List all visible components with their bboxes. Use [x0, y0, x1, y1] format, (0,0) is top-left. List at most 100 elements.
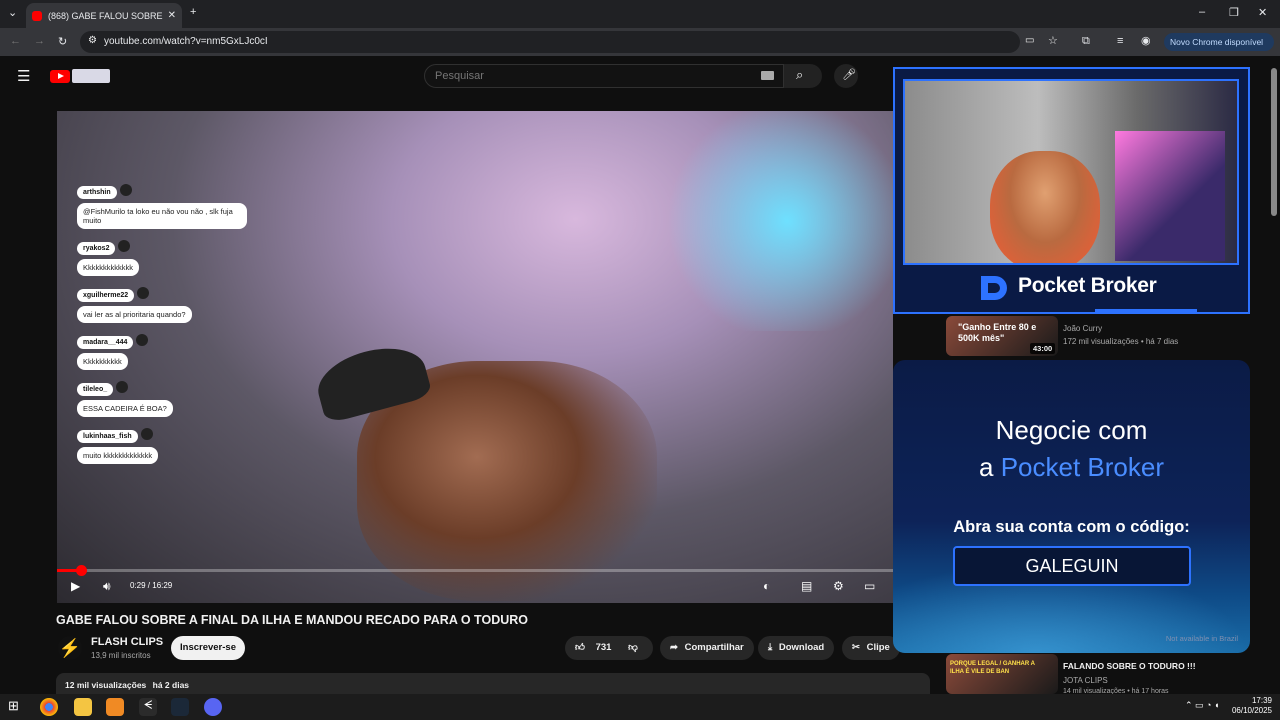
chat-message: xguilherme22 vai ler as al prioritaria q… — [77, 284, 247, 323]
dislike-icon[interactable]: 👎︎ — [628, 642, 638, 653]
channel-name[interactable]: FLASH CLIPS — [91, 636, 163, 648]
chat-message: ryakos2 Kkkkkkkkkkkkk — [77, 237, 247, 276]
pocket-broker-ad[interactable]: Negocie com a Pocket Broker Abra sua con… — [893, 360, 1250, 653]
thumbnail-text: "Ganho Entre 80 e 500K mês" — [958, 322, 1037, 343]
chrome-update-button[interactable]: Novo Chrome disponível — [1164, 33, 1274, 51]
twitch-badge-icon — [118, 239, 131, 252]
windows-taskbar — [0, 694, 1280, 720]
forward-icon[interactable]: → — [34, 35, 45, 47]
clip-button[interactable]: ✂ Clipe — [842, 636, 900, 660]
epic-launcher-icon[interactable]: ᗕ — [139, 698, 157, 716]
app-taskbar-icon[interactable] — [106, 698, 124, 716]
url-text: youtube.com/watch?v=nm5GxLJc0cI — [104, 36, 268, 47]
subtitles-icon[interactable]: ▤ — [801, 579, 812, 593]
file-explorer-icon[interactable] — [74, 698, 92, 716]
search-button[interactable]: ⌕ — [784, 64, 822, 88]
browser-tab-bar: ⌄ (868) GABE FALOU SOBRE A FINAL ✕ + – ❐… — [0, 0, 1280, 28]
youtube-logo-icon[interactable] — [50, 70, 70, 83]
profile-icon[interactable]: ◉ — [1141, 34, 1151, 47]
webcam-feed — [903, 79, 1239, 265]
like-icon[interactable]: 👍︎ — [575, 642, 585, 653]
video-title: GABE FALOU SOBRE A FINAL DA ILHA E MANDO… — [56, 613, 528, 627]
mic-icon: 🎤︎ — [842, 69, 856, 81]
reload-icon[interactable]: ↻ — [58, 35, 67, 48]
webcam-pc-rig — [1115, 131, 1225, 261]
steam-icon[interactable] — [171, 698, 189, 716]
voice-search-button[interactable]: 🎤︎ — [834, 64, 858, 88]
ad-promo-code: GALEGUIN — [953, 546, 1191, 586]
video-player[interactable]: arthshin @FishMurilo ta loko eu não vou … — [57, 111, 893, 603]
media-control-icon[interactable]: ≡ — [1117, 35, 1123, 47]
clock-date: 06/10/2025 — [1231, 706, 1272, 715]
chat-message: lukinhaas_fish muito kkkkkkkkkkkkk — [77, 425, 247, 464]
recommendation-thumbnail[interactable]: PORQUE LEGAL / GANHAR A ILHA É VILE DE B… — [946, 654, 1058, 694]
chat-text: muito kkkkkkkkkkkkk — [77, 447, 159, 464]
recommendation-meta: 172 mil visualizações • há 7 dias — [1063, 337, 1179, 346]
theater-mode-icon[interactable]: ▭ — [864, 579, 875, 593]
ad-cta-text: Abra sua conta com o código: — [953, 518, 1190, 536]
search-input[interactable] — [425, 65, 725, 87]
recommendation-title[interactable]: FALANDO SOBRE O TODURO !!! — [1063, 661, 1213, 671]
back-icon[interactable]: ← — [10, 35, 21, 47]
taskbar-clock[interactable]: 17:39 06/10/2025 — [1232, 696, 1272, 716]
twitch-badge-icon — [140, 427, 153, 440]
scissors-icon: ✂ — [852, 642, 860, 653]
share-label: Compartilhar — [684, 642, 744, 653]
share-icon: ➦ — [670, 642, 678, 653]
chrome-taskbar-icon[interactable] — [40, 698, 58, 716]
autoplay-toggle-icon[interactable]: ◐ — [763, 579, 770, 593]
settings-gear-icon[interactable]: ⚙ — [833, 579, 844, 593]
extensions-icon[interactable]: ⧉ — [1082, 35, 1090, 48]
discord-icon[interactable] — [204, 698, 222, 716]
download-label: Download — [778, 642, 825, 653]
chat-message: tileleo_ ESSA CADEIRA É BOA? — [77, 378, 247, 417]
recommendation-channel[interactable]: JOTA CLIPS — [1063, 676, 1108, 685]
share-button[interactable]: ➦ Compartilhar — [660, 636, 754, 660]
search-box[interactable] — [424, 64, 784, 88]
tab-list-icon[interactable]: ⌄ — [8, 6, 17, 19]
twitch-badge-icon — [116, 380, 129, 393]
search-icon: ⌕ — [796, 67, 804, 82]
chat-text: vai ler as al prioritaria quando? — [77, 306, 192, 323]
play-icon[interactable]: ▶ — [71, 579, 80, 593]
youtube-logo-doodle[interactable] — [72, 69, 110, 83]
close-tab-icon[interactable]: ✕ — [168, 10, 176, 21]
chat-username: madara__444 — [77, 336, 134, 349]
youtube-favicon-icon — [32, 10, 42, 21]
ad-availability-note: Not available in Brazil — [1165, 634, 1238, 643]
volume-icon[interactable]: 🔊︎ — [103, 579, 111, 594]
scrubber-handle[interactable] — [76, 565, 88, 576]
recommendation-thumbnail[interactable]: "Ganho Entre 80 e 500K mês" 43:00 — [946, 316, 1058, 356]
tray-icons[interactable]: ⌃ ▭ ◔ ◖ — [1185, 700, 1219, 711]
omnibox[interactable]: ⚙ youtube.com/watch?v=nm5GxLJc0cI ▭ ☆ — [80, 31, 1058, 53]
thumbnail-text: PORQUE LEGAL / GANHAR A ILHA É VILE DE B… — [950, 661, 1035, 675]
menu-icon[interactable]: ☰ — [17, 67, 30, 85]
close-window-icon[interactable]: ✕ — [1258, 6, 1267, 19]
chat-username: ryakos2 — [77, 242, 116, 255]
minimize-icon[interactable]: – — [1199, 6, 1205, 18]
site-info-icon[interactable]: ⚙ — [88, 35, 97, 46]
pocket-broker-name: Pocket Broker — [1018, 274, 1157, 297]
upload-age: há 2 dias — [152, 680, 190, 690]
video-duration: 43:00 — [1030, 343, 1056, 354]
tab-title: (868) GABE FALOU SOBRE A FINAL — [48, 10, 164, 21]
subscribe-button[interactable]: Inscrever-se — [171, 636, 245, 660]
cast-icon[interactable]: ▭ — [1025, 35, 1034, 46]
chat-text: ESSA CADEIRA É BOA? — [77, 400, 173, 417]
bookmark-star-icon[interactable]: ☆ — [1048, 34, 1058, 47]
browser-tab[interactable]: (868) GABE FALOU SOBRE A FINAL ✕ — [26, 3, 182, 28]
like-count[interactable]: 731 — [596, 642, 612, 653]
chat-message: madara__444 Kkkkkkkkkk — [77, 331, 247, 370]
keyboard-icon[interactable] — [761, 71, 774, 80]
channel-avatar[interactable]: ⚡ — [58, 636, 82, 660]
new-tab-icon[interactable]: + — [190, 6, 196, 18]
windows-start-icon[interactable]: ⊞ — [8, 698, 26, 716]
page-scrollbar[interactable] — [1271, 68, 1277, 216]
restore-icon[interactable]: ❐ — [1229, 6, 1239, 19]
time-display: 0:29 / 16:29 — [130, 581, 173, 590]
view-stats: 12 mil visualizações há 2 dias — [65, 680, 189, 690]
recommendation-channel[interactable]: João Curry — [1063, 324, 1102, 333]
chat-text: @FishMurilo ta loko eu não vou não , slk… — [77, 203, 247, 229]
progress-bar[interactable] — [57, 565, 893, 576]
download-button[interactable]: ⤓ Download — [758, 636, 835, 660]
